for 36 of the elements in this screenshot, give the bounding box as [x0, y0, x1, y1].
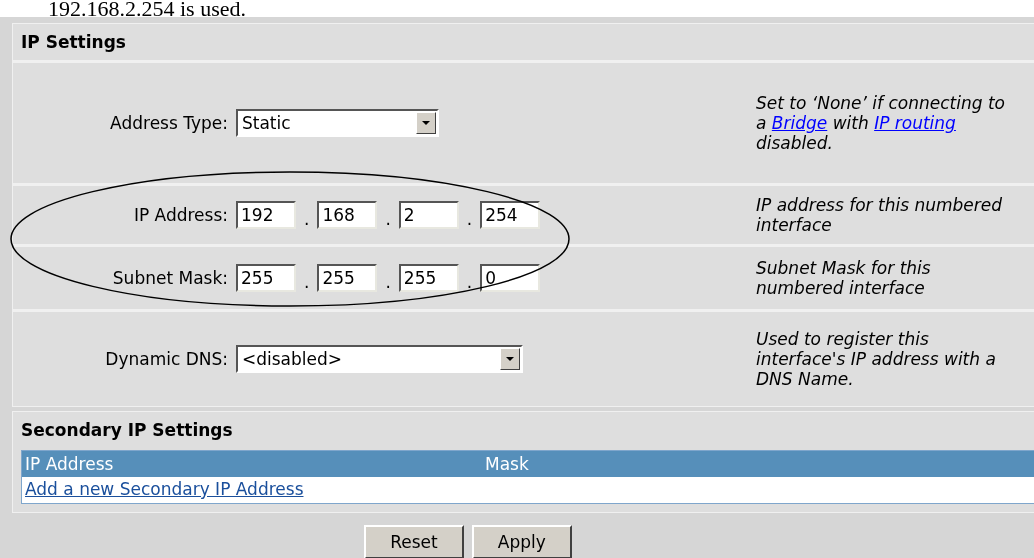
- octet-separator: .: [385, 272, 391, 292]
- dropdown[interactable]: Static: [236, 109, 439, 137]
- action-button[interactable]: Reset: [364, 525, 464, 558]
- octet-separator: .: [466, 272, 473, 292]
- octet-separator: .: [304, 272, 310, 292]
- octet-field[interactable]: 0: [480, 264, 541, 292]
- intro-text: 192.168.2.254 is used.: [47, 0, 247, 17]
- field-label: Subnet Mask:: [111, 268, 229, 288]
- octet-field[interactable]: 192: [236, 201, 296, 229]
- octet-separator: .: [466, 209, 473, 229]
- octet-field[interactable]: 2: [398, 201, 459, 229]
- octet-field[interactable]: 168: [317, 201, 378, 229]
- help-link[interactable]: IP routing: [874, 113, 956, 133]
- field-label: Dynamic DNS:: [104, 349, 229, 369]
- section-title: IP Settings: [21, 32, 126, 52]
- octet-field[interactable]: 254: [480, 201, 541, 229]
- help-text: Set to ‘None’ if connecting to a Bridge with IP routing disabled.: [756, 93, 1006, 153]
- octet-field[interactable]: 255: [317, 264, 378, 292]
- section-title: Secondary IP Settings: [21, 420, 233, 440]
- field-label: Address Type:: [109, 113, 229, 133]
- action-button[interactable]: Apply: [471, 525, 572, 558]
- help-link[interactable]: Bridge: [771, 113, 828, 133]
- column-header: IP Address: [25, 454, 115, 474]
- dropdown-arrow-icon[interactable]: [506, 357, 514, 361]
- help-text: Used to register this interface's IP address with a DNS Name.: [756, 329, 997, 389]
- octet-separator: .: [304, 209, 310, 229]
- dropdown[interactable]: <disabled>: [236, 345, 523, 373]
- add-address-link[interactable]: Add a new Secondary IP Address: [25, 479, 304, 499]
- field-label: IP Address:: [132, 205, 229, 225]
- octet-field[interactable]: 255: [398, 264, 459, 292]
- octet-field[interactable]: 255: [236, 264, 296, 292]
- dropdown-arrow-icon[interactable]: [422, 121, 430, 125]
- octet-separator: .: [385, 209, 391, 229]
- help-text: IP address for this numbered interface: [756, 195, 1004, 235]
- column-header: Mask: [485, 454, 530, 474]
- help-text: Subnet Mask for this numbered interface: [756, 258, 932, 298]
